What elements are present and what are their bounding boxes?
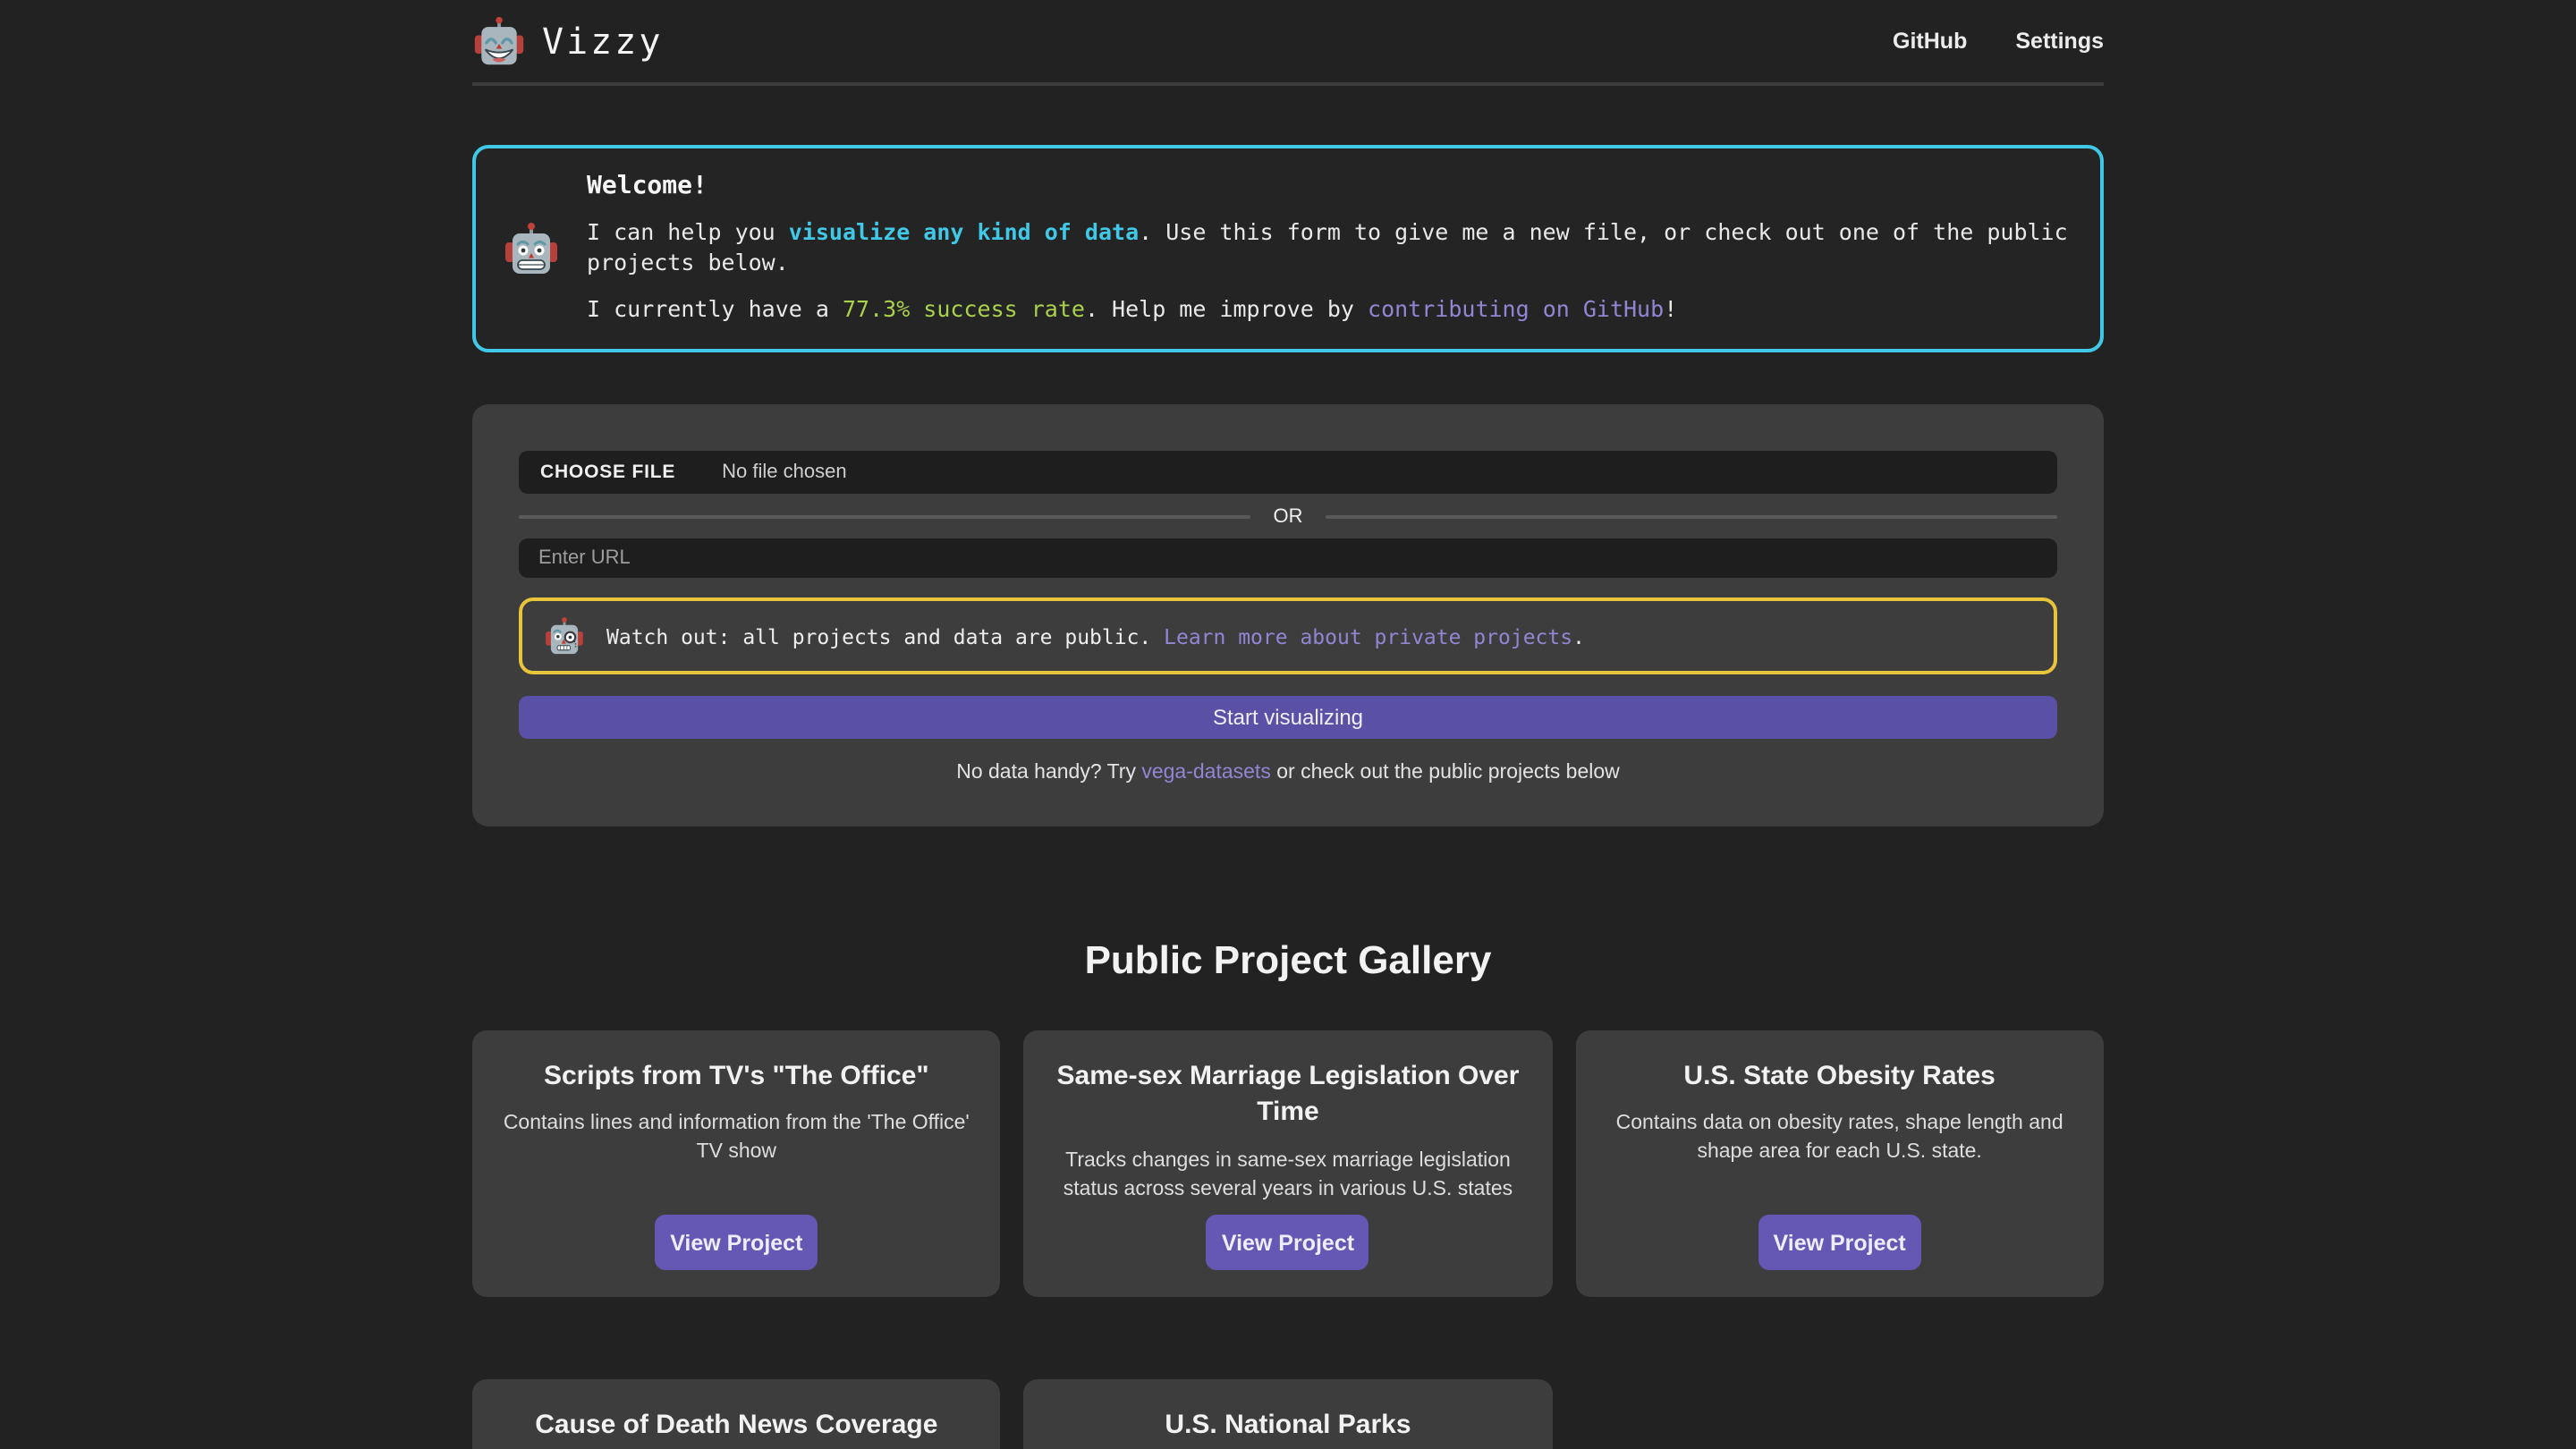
highlight-visualize: visualize any kind of data: [789, 218, 1139, 245]
file-input[interactable]: CHOOSE FILE No file chosen: [519, 451, 2057, 494]
file-status-text: No file chosen: [722, 462, 846, 483]
app-header: Vizzy GitHub Settings: [0, 0, 2576, 86]
or-label: OR: [1274, 506, 1303, 528]
success-rate-text: 77.3% success rate: [843, 295, 1085, 322]
robot-logo-icon: [472, 14, 526, 68]
vega-datasets-link[interactable]: vega-datasets: [1141, 762, 1271, 784]
project-description: Contains data on obesity rates, shape le…: [1597, 1110, 2082, 1167]
private-projects-link[interactable]: Learn more about private projects: [1164, 623, 1572, 648]
project-title: Cause of Death News Coverage: [535, 1408, 937, 1445]
vizzy-app: Vizzy GitHub Settings Welcome! I can hel…: [0, 0, 2576, 1449]
view-project-button[interactable]: View Project: [655, 1215, 818, 1270]
helper-text: No data handy? Try vega-datasets or chec…: [519, 762, 2057, 784]
project-title: Scripts from TV's "The Office": [544, 1059, 929, 1096]
view-project-button[interactable]: View Project: [1758, 1215, 1921, 1270]
welcome-paragraph-2: I currently have a 77.3% success rate. H…: [587, 293, 2072, 324]
contributing-github-link[interactable]: contributing on GitHub: [1368, 295, 1664, 322]
nav-link-settings[interactable]: Settings: [2015, 29, 2104, 54]
project-description: Contains lines and information from the …: [494, 1110, 979, 1167]
project-title: Same-sex Marriage Legislation Over Time: [1046, 1059, 1531, 1131]
project-card: U.S. National Parks View Project: [1024, 1379, 1553, 1449]
project-description: Tracks changes in same-sex marriage legi…: [1046, 1146, 1531, 1203]
project-title: U.S. State Obesity Rates: [1683, 1059, 1995, 1096]
upload-form-card: CHOOSE FILE No file chosen OR Watch out:…: [472, 404, 2104, 826]
or-divider: OR: [519, 506, 2057, 528]
gallery-title: Public Project Gallery: [0, 937, 2576, 984]
choose-file-button[interactable]: CHOOSE FILE: [540, 462, 675, 483]
project-card: Same-sex Marriage Legislation Over Time …: [1024, 1030, 1553, 1297]
welcome-banner: Welcome! I can help you visualize any ki…: [472, 145, 2104, 352]
welcome-text: Welcome! I can help you visualize any ki…: [587, 172, 2072, 324]
public-data-warning: Watch out: all projects and data are pub…: [519, 597, 2057, 674]
url-input[interactable]: [519, 538, 2057, 578]
welcome-paragraph-1: I can help you visualize any kind of dat…: [587, 216, 2072, 277]
brand-link[interactable]: Vizzy: [472, 14, 663, 68]
project-title: U.S. National Parks: [1165, 1408, 1411, 1445]
view-project-button[interactable]: View Project: [1207, 1215, 1369, 1270]
robot-welcome-icon: [503, 219, 560, 276]
warning-text: Watch out: all projects and data are pub…: [606, 623, 1585, 648]
project-card: U.S. State Obesity Rates Contains data o…: [1575, 1030, 2104, 1297]
brand-name: Vizzy: [542, 20, 663, 63]
project-card: Cause of Death News Coverage View Projec…: [472, 1379, 1001, 1449]
project-grid: Scripts from TV's "The Office" Contains …: [472, 1030, 2104, 1449]
start-visualizing-button[interactable]: Start visualizing: [519, 696, 2057, 739]
welcome-title: Welcome!: [587, 172, 2072, 200]
project-card: Scripts from TV's "The Office" Contains …: [472, 1030, 1001, 1297]
header-nav: GitHub Settings: [1893, 29, 2104, 54]
robot-warning-icon: [544, 615, 585, 657]
nav-link-github[interactable]: GitHub: [1893, 29, 1967, 54]
